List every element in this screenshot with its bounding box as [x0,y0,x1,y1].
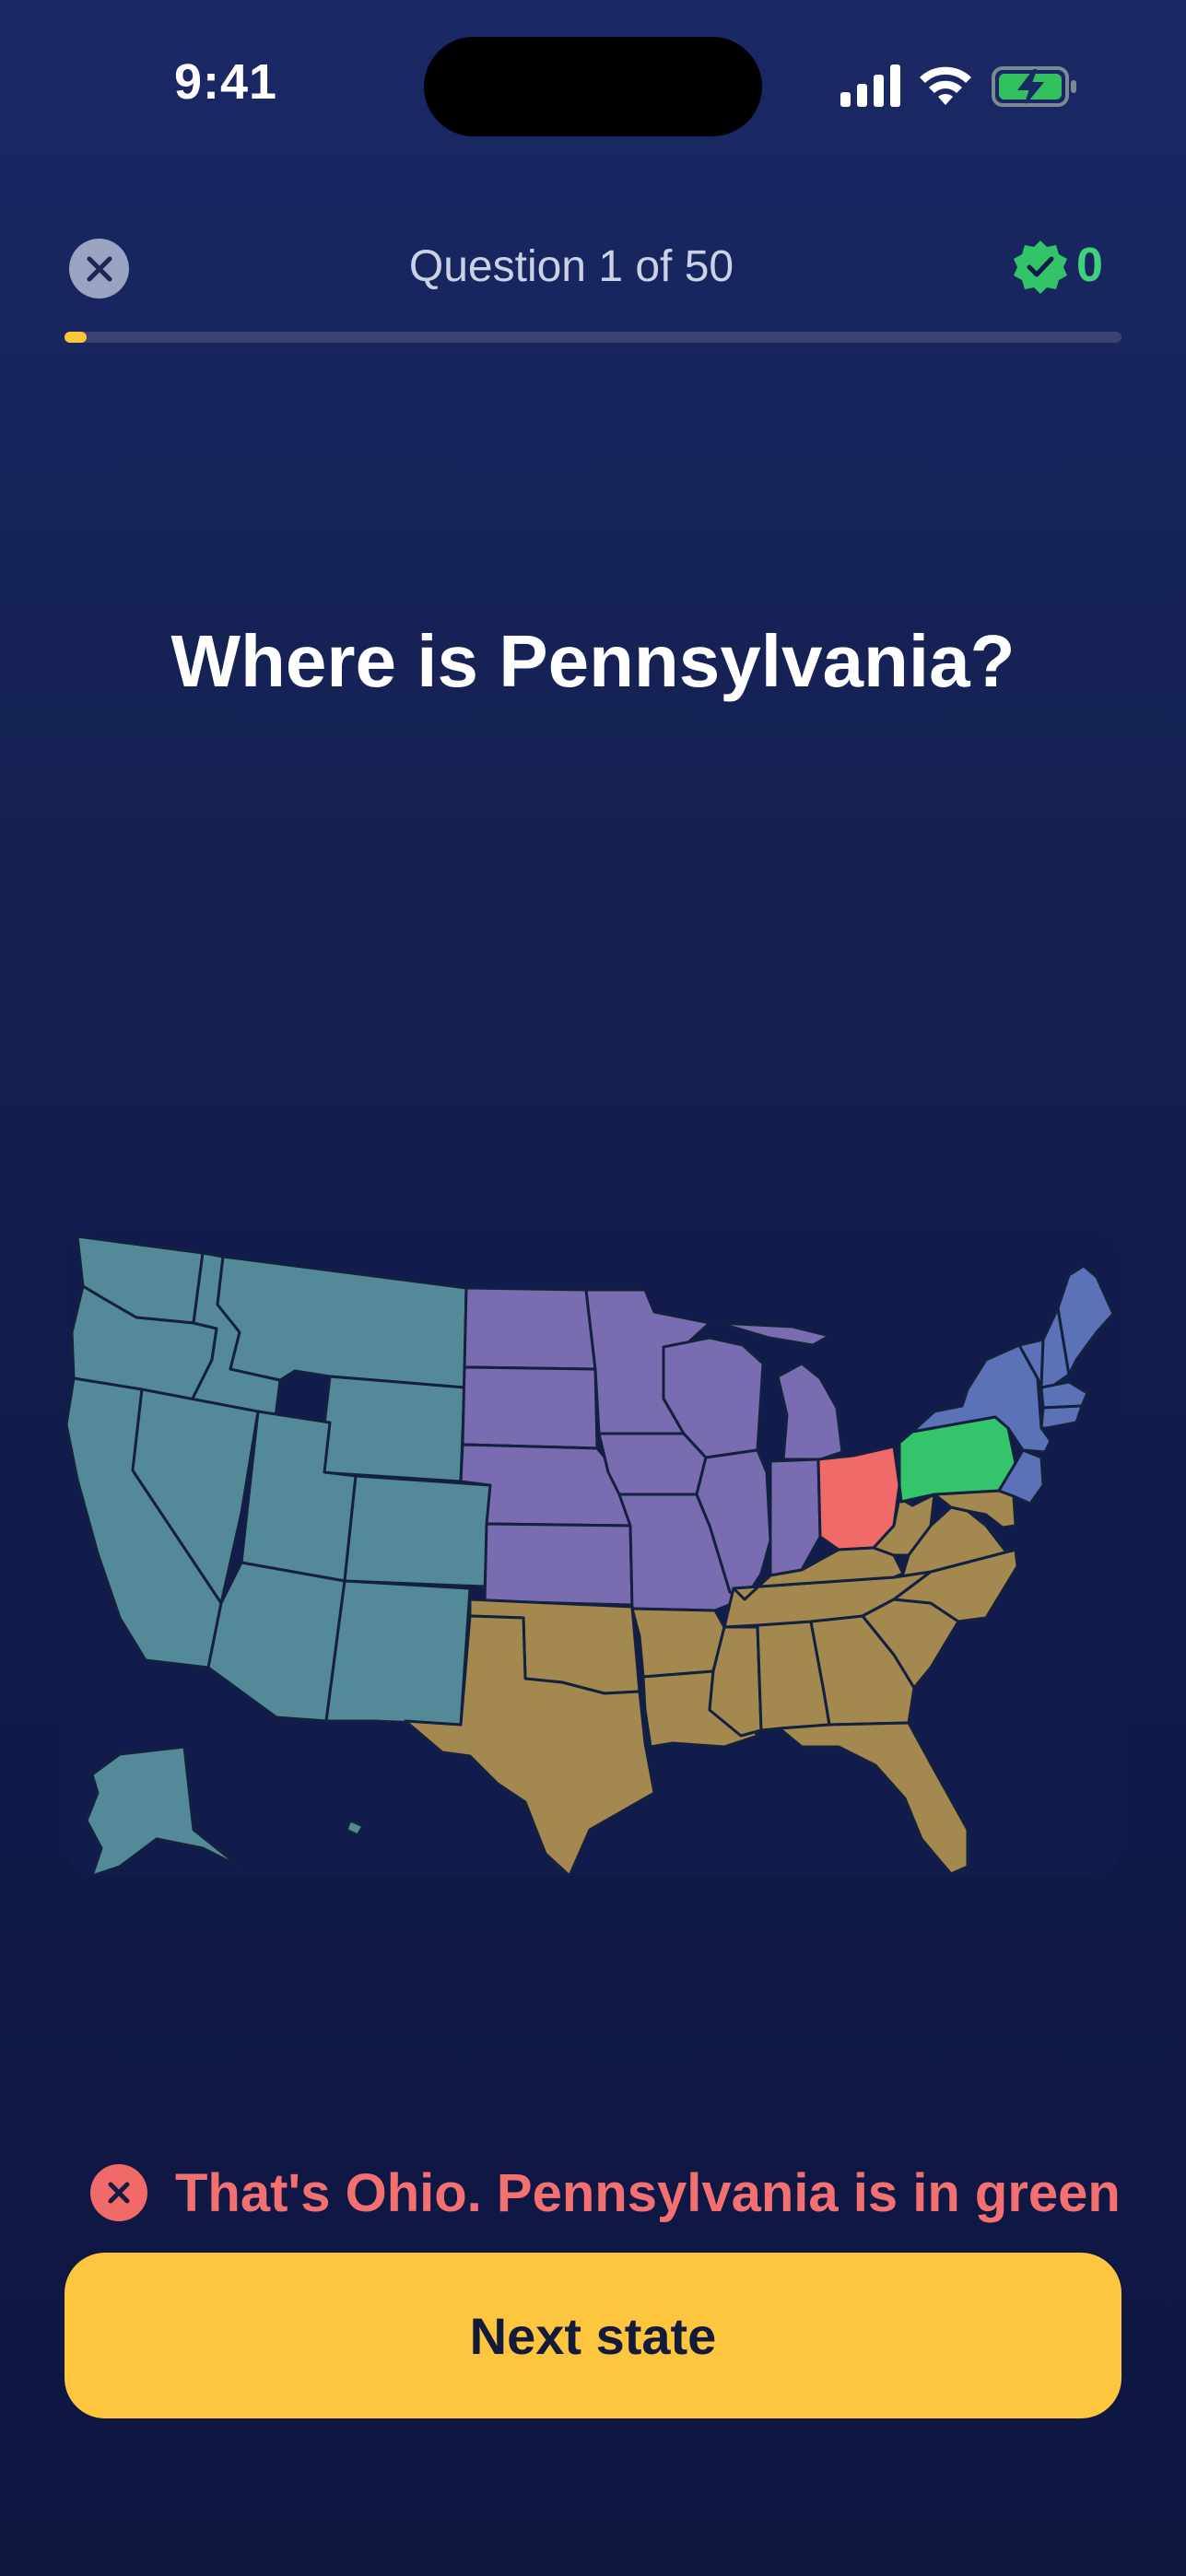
state-hawaii[interactable] [345,1819,365,1837]
state-arkansas[interactable] [630,1607,726,1679]
state-colorado[interactable] [343,1474,492,1588]
score-value: 0 [1076,239,1103,292]
cellular-signal-icon [840,64,900,107]
state-alaska[interactable] [85,1745,241,1876]
state-wyoming[interactable] [317,1375,466,1483]
answer-feedback: That's Ohio. Pennsylvania is in green [90,2160,1141,2226]
state-iowa[interactable] [597,1432,708,1496]
region-west [65,1235,492,1876]
battery-charging-icon [992,66,1076,107]
error-x-icon [90,2164,147,2221]
state-south-dakota[interactable] [461,1365,599,1450]
question-counter: Question 1 of 50 [408,242,734,291]
state-montana[interactable] [216,1255,468,1389]
progress-bar [65,332,1121,343]
x-mark-icon [108,2182,130,2204]
state-north-dakota[interactable] [463,1286,597,1371]
progress-fill [65,332,87,343]
close-button[interactable] [69,239,129,299]
dynamic-island [424,37,762,136]
state-maine[interactable] [1056,1264,1115,1376]
close-icon [87,256,112,281]
feedback-message: That's Ohio. Pennsylvania is in green [175,2162,1121,2223]
region-midwest [459,1286,844,1612]
state-massachusetts[interactable] [1039,1380,1089,1410]
verified-badge-icon [1014,240,1067,294]
next-state-button[interactable]: Next state [65,2253,1121,2418]
state-arizona[interactable] [206,1561,346,1723]
us-map-svg [65,1235,1115,1876]
status-time: 9:41 [173,54,278,110]
state-florida[interactable] [778,1721,969,1876]
question-prompt: Where is Pennsylvania? [170,620,1016,702]
state-indiana[interactable] [769,1458,822,1577]
state-new-mexico[interactable] [324,1579,472,1727]
state-connecticut-ri[interactable] [1039,1404,1084,1430]
state-kansas[interactable] [483,1522,634,1607]
us-map[interactable] [65,1231,1121,1876]
wifi-icon [920,66,971,105]
